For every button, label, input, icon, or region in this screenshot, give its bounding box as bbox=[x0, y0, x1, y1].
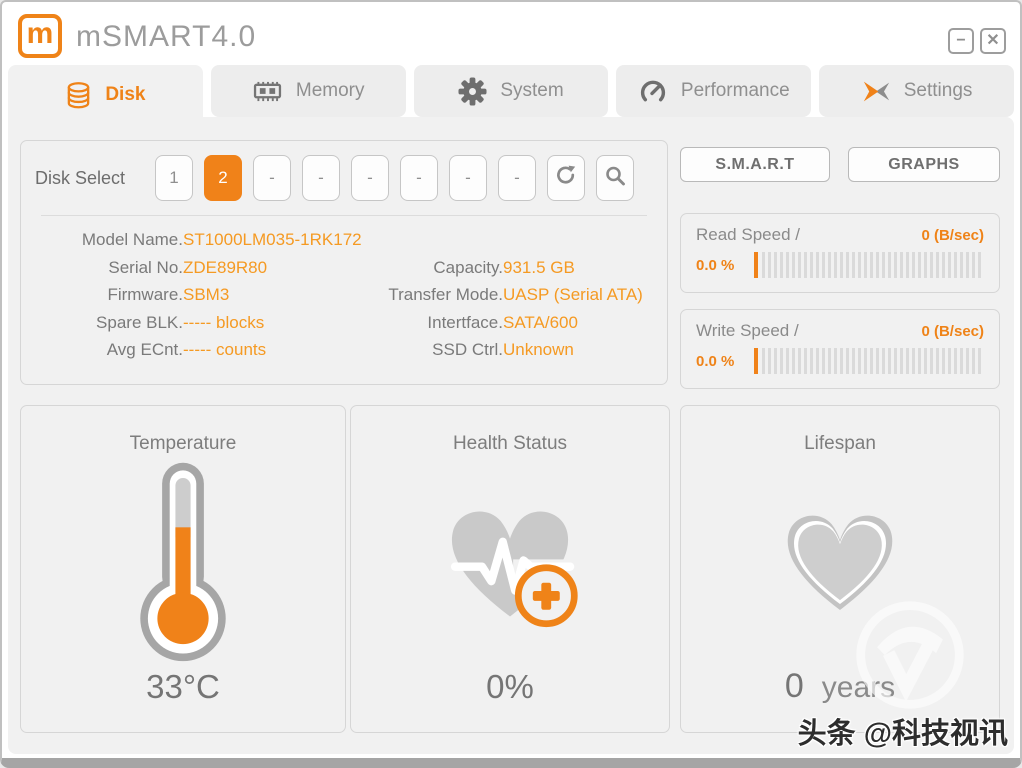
info-label: Spare BLK. bbox=[96, 312, 183, 332]
info-row: Serial No. ZDE89R80 Capacity. 931.5 GB bbox=[35, 254, 653, 282]
tab-label: Performance bbox=[680, 80, 790, 101]
close-button[interactable]: ✕ bbox=[980, 28, 1006, 54]
tab-memory[interactable]: Memory bbox=[210, 65, 406, 117]
info-label: Model Name. bbox=[81, 230, 183, 249]
lifespan-title: Lifespan bbox=[804, 433, 876, 454]
info-label: Capacity. bbox=[433, 257, 503, 277]
gear-icon bbox=[458, 76, 487, 106]
read-speed-title: Read Speed / bbox=[696, 225, 800, 244]
graphs-button[interactable]: GRAPHS bbox=[848, 147, 1000, 182]
disk-info-panel: Disk Select 1 2 - - - - - - Model Name. … bbox=[20, 140, 668, 385]
disk-icon bbox=[65, 81, 92, 110]
write-speed-title: Write Speed / bbox=[696, 321, 799, 340]
info-label: Serial No. bbox=[108, 257, 183, 277]
write-speed-rate: 0 (B/sec) bbox=[921, 323, 984, 340]
tab-performance[interactable]: Performance bbox=[616, 65, 812, 117]
tv-logo-watermark bbox=[852, 597, 968, 718]
disk-button-6[interactable]: - bbox=[400, 155, 438, 201]
tab-disk[interactable]: Disk bbox=[8, 65, 203, 125]
thermometer-icon bbox=[124, 455, 242, 668]
temperature-value: 33°C bbox=[146, 668, 220, 705]
read-speed-bar bbox=[762, 252, 984, 278]
info-value: UASP (Serial ATA) bbox=[503, 285, 643, 304]
disk-select-label: Disk Select bbox=[35, 167, 126, 188]
info-label bbox=[365, 226, 503, 254]
write-speed-panel: Write Speed / 0 (B/sec) 0.0 % bbox=[680, 309, 1000, 389]
tab-label: Memory bbox=[295, 80, 365, 101]
info-label: Firmware. bbox=[107, 285, 183, 304]
read-speed-rate: 0 (B/sec) bbox=[921, 227, 984, 244]
info-value: Unknown bbox=[503, 340, 574, 359]
info-value: ST1000LM035-1RK172 bbox=[183, 230, 362, 249]
write-speed-bar bbox=[762, 348, 984, 374]
app-window: m mSMART4.0 − ✕ Disk Memory System Perfo… bbox=[0, 0, 1022, 768]
disk-info-table: Model Name. ST1000LM035-1RK172 Serial No.… bbox=[35, 226, 653, 364]
disk-select-row: Disk Select 1 2 - - - - - - bbox=[35, 155, 653, 201]
info-value: ----- counts bbox=[183, 340, 267, 359]
settings-icon bbox=[861, 79, 891, 104]
minimize-button[interactable]: − bbox=[948, 28, 974, 54]
info-value: ZDE89R80 bbox=[183, 257, 268, 277]
lifespan-value: 0 bbox=[784, 667, 804, 705]
disk-button-2[interactable]: 2 bbox=[204, 155, 242, 201]
write-speed-bar-tick bbox=[754, 348, 758, 374]
write-speed-percent: 0.0 % bbox=[696, 352, 735, 370]
disk-button-1[interactable]: 1 bbox=[155, 155, 193, 201]
health-status-title: Health Status bbox=[452, 433, 568, 454]
tab-bar: Disk Memory System Performance Settings bbox=[8, 65, 1014, 125]
disk-button-4[interactable]: - bbox=[302, 155, 340, 201]
disk-button-group: 1 2 - - - - - - bbox=[155, 155, 634, 201]
gauge-icon bbox=[638, 79, 668, 104]
title-bar: m mSMART4.0 − ✕ bbox=[2, 2, 1020, 64]
info-row: Avg ECnt. ----- counts SSD Ctrl. Unknown bbox=[35, 336, 653, 364]
health-status-value: 0% bbox=[486, 668, 534, 705]
tab-label: Disk bbox=[105, 84, 146, 105]
info-label: Transfer Mode. bbox=[388, 285, 503, 304]
refresh-icon bbox=[554, 164, 578, 193]
info-label: SSD Ctrl. bbox=[432, 340, 503, 359]
info-value: SBM3 bbox=[183, 285, 230, 304]
heartbeat-icon bbox=[431, 455, 589, 668]
watermark-text: 头条 @科技视讯 bbox=[797, 718, 1008, 750]
health-status-panel: Health Status 0% bbox=[350, 405, 670, 733]
info-row: Spare BLK. ----- blocks Intertface. SATA/6… bbox=[35, 309, 653, 337]
memory-icon bbox=[252, 80, 283, 103]
info-row: Firmware. SBM3 Transfer Mode. UASP (Serial… bbox=[35, 281, 653, 309]
info-label: Avg ECnt. bbox=[106, 340, 183, 359]
info-value: ----- blocks bbox=[183, 312, 265, 332]
smart-button[interactable]: S.M.A.R.T bbox=[680, 147, 830, 182]
disk-button-7[interactable]: - bbox=[449, 155, 487, 201]
read-speed-bar-tick bbox=[754, 252, 758, 278]
app-title: mSMART4.0 bbox=[76, 20, 257, 53]
tab-system[interactable]: System bbox=[413, 65, 609, 117]
search-icon bbox=[603, 164, 627, 193]
search-button[interactable] bbox=[596, 155, 634, 201]
temperature-panel: Temperature 33°C bbox=[20, 405, 346, 733]
info-value: SATA/600 bbox=[503, 312, 578, 332]
app-logo: m bbox=[18, 14, 62, 58]
info-row: Model Name. ST1000LM035-1RK172 bbox=[35, 226, 653, 254]
disk-button-8[interactable]: - bbox=[498, 155, 536, 201]
info-divider bbox=[41, 215, 647, 216]
info-label: Intertface. bbox=[427, 312, 503, 332]
disk-button-3[interactable]: - bbox=[253, 155, 291, 201]
tab-settings[interactable]: Settings bbox=[819, 65, 1014, 117]
info-value: 931.5 GB bbox=[503, 257, 575, 277]
read-speed-panel: Read Speed / 0 (B/sec) 0.0 % bbox=[680, 213, 1000, 293]
read-speed-percent: 0.0 % bbox=[696, 256, 735, 274]
disk-button-5[interactable]: - bbox=[351, 155, 389, 201]
temperature-title: Temperature bbox=[129, 433, 237, 454]
tab-label: System bbox=[500, 80, 564, 101]
refresh-button[interactable] bbox=[547, 155, 585, 201]
tab-label: Settings bbox=[903, 80, 973, 101]
